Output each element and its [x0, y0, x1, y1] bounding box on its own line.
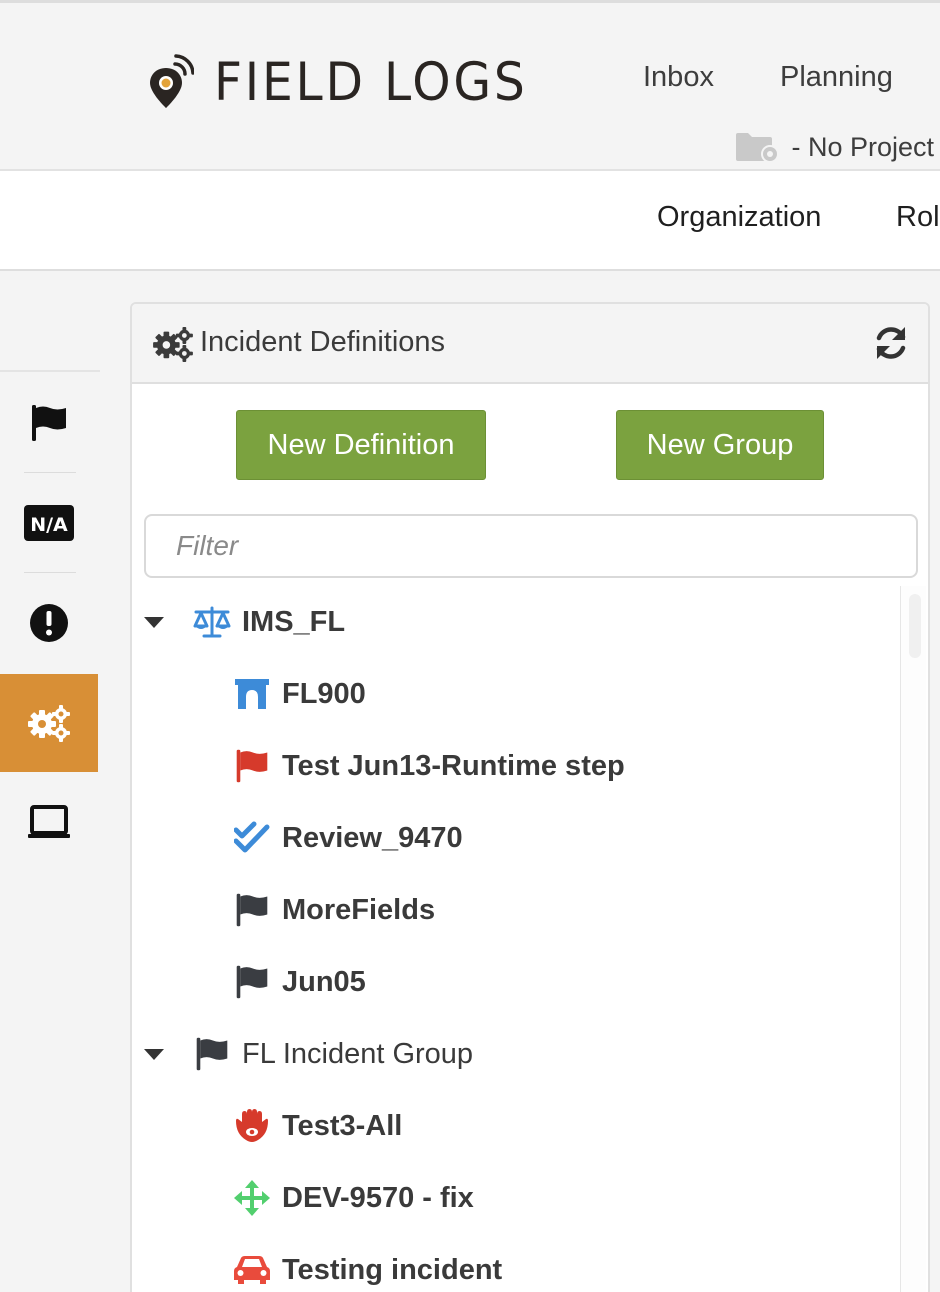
tree-group-label: IMS_FL [242, 605, 346, 638]
tree-item-label: Test3-All [282, 1109, 403, 1142]
tree-item-label: Testing incident [282, 1253, 503, 1286]
sidebar-item-na[interactable]: N/A [0, 474, 98, 572]
tree-item-label: FL900 [282, 677, 366, 710]
subnav-roles[interactable]: Rol [896, 201, 940, 234]
hamsa-icon [232, 1106, 272, 1146]
laptop-icon [28, 805, 70, 838]
nav-inbox[interactable]: Inbox [643, 61, 714, 94]
gears-icon [28, 705, 70, 742]
flag-icon-red [232, 746, 272, 786]
new-definition-button[interactable]: New Definition [236, 410, 486, 480]
project-label: - No Project [791, 131, 934, 162]
secondary-nav: Organization Rol [0, 171, 940, 271]
tree-item[interactable]: Testing incident [232, 1240, 502, 1292]
sidebar-item-settings[interactable] [0, 674, 98, 772]
tree-item[interactable]: Jun05 [232, 952, 366, 1012]
tree-group-label: FL Incident Group [242, 1037, 474, 1070]
nav-planning[interactable]: Planning [780, 61, 893, 94]
sidebar-item-alerts[interactable] [0, 574, 98, 672]
flag-icon [232, 962, 272, 1002]
alert-circle-icon [30, 604, 68, 642]
folder-gear-icon [736, 133, 780, 163]
tree-item-label: MoreFields [282, 893, 436, 926]
sidebar-divider [24, 472, 76, 473]
new-group-button[interactable]: New Group [616, 410, 824, 480]
tree-scrollbar[interactable] [900, 586, 926, 1292]
arrows-move-icon [232, 1178, 272, 1218]
panel-title: Incident Definitions [200, 326, 446, 358]
tree-item[interactable]: DEV-9570 - fix [232, 1168, 474, 1228]
gears-icon [153, 326, 193, 362]
sidebar-divider [24, 572, 76, 573]
logo-text: FIELD LOGS [214, 51, 528, 113]
tree-item[interactable]: FL900 [232, 664, 366, 724]
sidebar-item-flag[interactable] [0, 374, 98, 472]
sidebar-top-spacer [0, 272, 100, 372]
location-pin-signal-icon [150, 54, 194, 108]
filter-input[interactable] [144, 514, 918, 578]
sidebar-item-devices[interactable] [0, 774, 98, 872]
tree-item-label: Jun05 [282, 965, 366, 998]
tree-item-label: Test Jun13-Runtime step [282, 749, 625, 782]
tree-group[interactable]: FL Incident Group [192, 1024, 473, 1084]
tree-item[interactable]: MoreFields [232, 880, 435, 940]
tree-item[interactable]: Review_9470 [232, 808, 463, 868]
na-icon: N/A [24, 505, 74, 541]
svg-text:N/A: N/A [30, 514, 68, 536]
app-header: FIELD LOGS Inbox Planning - No Project [0, 0, 940, 171]
panel-header: Incident Definitions [132, 304, 928, 384]
incident-definitions-panel: Incident Definitions New Definition New … [130, 302, 930, 1292]
tree-item[interactable]: Test3-All [232, 1096, 402, 1156]
tree-item-label: DEV-9570 - fix [282, 1181, 474, 1214]
tree-group[interactable]: IMS_FL [192, 592, 345, 652]
project-selector[interactable]: - No Project [735, 131, 934, 163]
scrollbar-thumb[interactable] [909, 594, 921, 658]
car-icon [232, 1250, 272, 1290]
tree-item[interactable]: Test Jun13-Runtime step [232, 736, 625, 796]
tree-item-label: Review_9470 [282, 821, 463, 854]
fieldlogs-logo[interactable]: FIELD LOGS [148, 49, 555, 115]
subnav-organization[interactable]: Organization [657, 201, 821, 234]
flag-icon [232, 890, 272, 930]
flag-icon [32, 405, 66, 441]
expand-caret-icon[interactable] [144, 1049, 164, 1060]
expand-caret-icon[interactable] [144, 617, 164, 628]
double-check-icon [232, 818, 272, 858]
archway-icon [232, 674, 272, 714]
sidebar: N/A [0, 272, 100, 1292]
refresh-icon[interactable] [872, 324, 910, 362]
flag-icon [192, 1034, 232, 1074]
balance-scale-icon [192, 602, 232, 642]
